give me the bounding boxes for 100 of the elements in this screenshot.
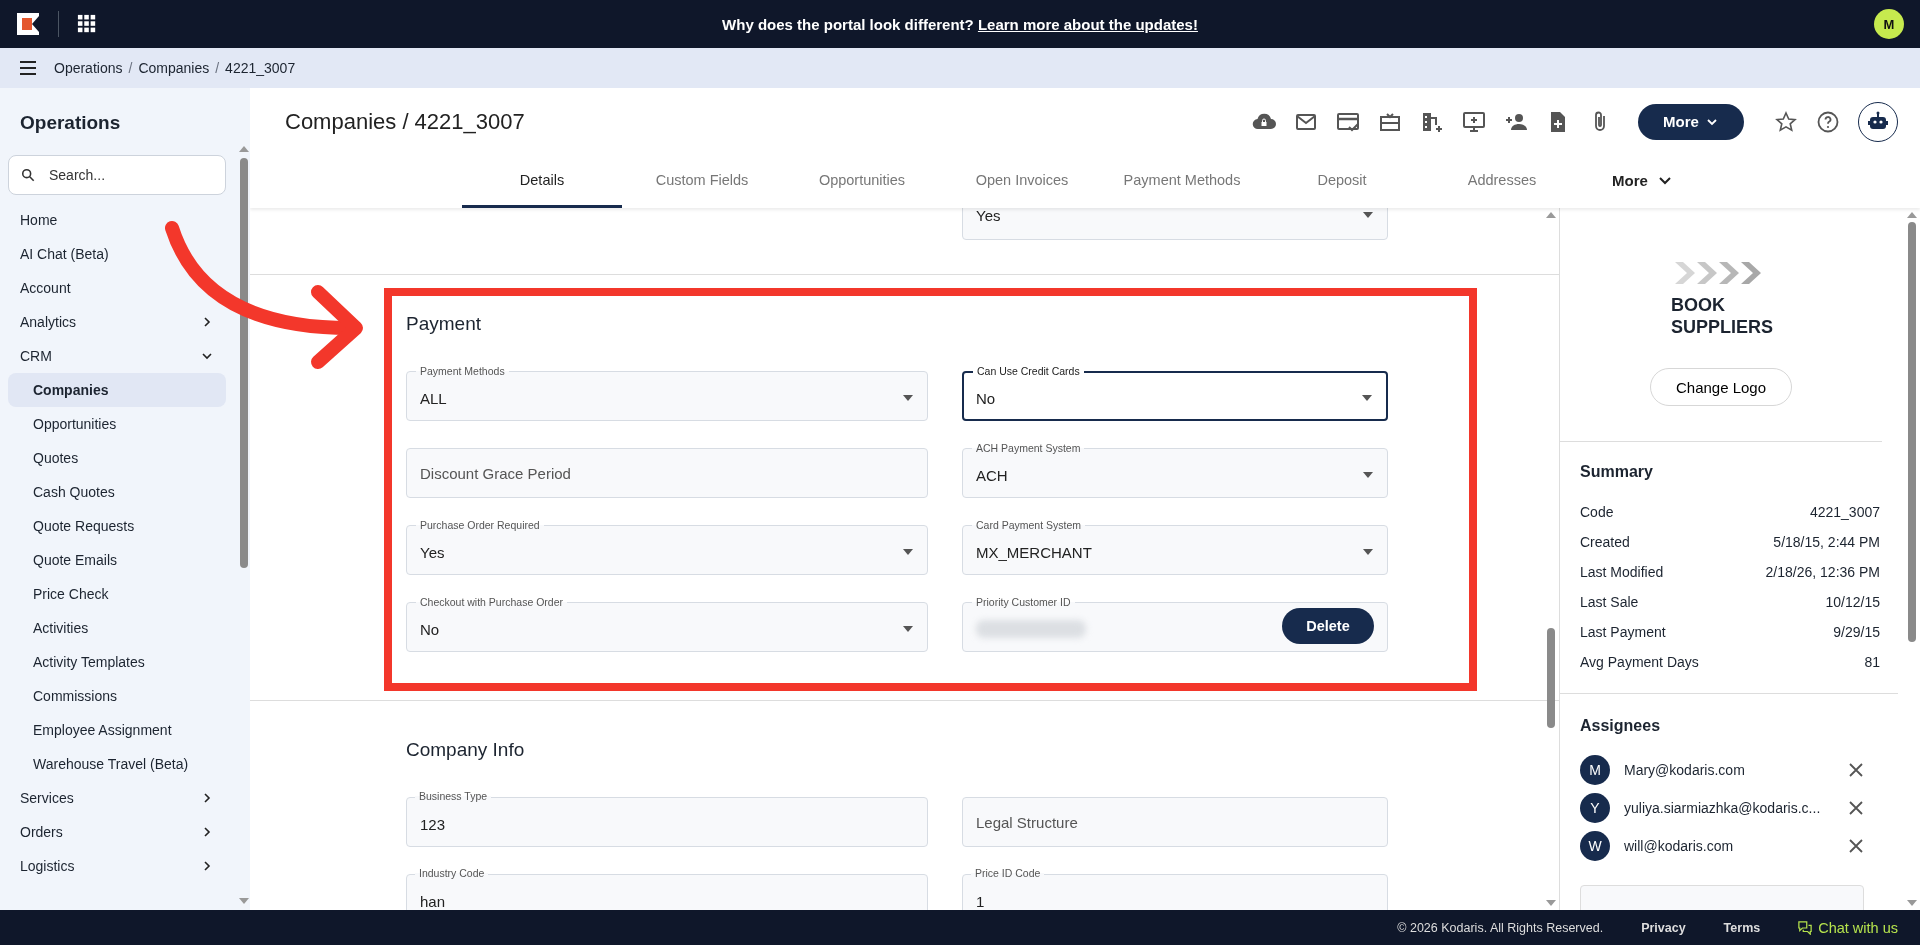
assignee-avatar: Y bbox=[1580, 793, 1610, 823]
tab[interactable]: Open Invoices bbox=[942, 155, 1102, 208]
star-icon[interactable] bbox=[1774, 109, 1798, 134]
field-label: Industry Code bbox=[415, 867, 489, 879]
assignee-avatar: W bbox=[1580, 831, 1610, 861]
scroll-up-icon[interactable] bbox=[1907, 212, 1917, 218]
footer-link[interactable]: Terms bbox=[1723, 920, 1761, 935]
close-icon[interactable] bbox=[1848, 838, 1864, 854]
summary-value: 9/29/15 bbox=[1833, 624, 1880, 640]
tab[interactable]: Payment Methods bbox=[1102, 155, 1262, 208]
breadcrumb-separator: / bbox=[128, 60, 133, 76]
tab[interactable]: Addresses bbox=[1422, 155, 1582, 208]
nav-item[interactable]: Logistics bbox=[8, 849, 226, 883]
monitor-plus-icon[interactable] bbox=[1462, 109, 1486, 134]
search-icon bbox=[21, 168, 35, 182]
logo-text: BOOK SUPPLIERS bbox=[1671, 294, 1771, 338]
nav-item[interactable]: Quotes bbox=[8, 441, 226, 475]
chat-bubbles-icon bbox=[1798, 920, 1813, 935]
nav-item[interactable]: Warehouse Travel (Beta) bbox=[8, 747, 226, 781]
help-icon[interactable] bbox=[1816, 109, 1840, 134]
input-field[interactable]: Discount Grace Period bbox=[406, 448, 928, 498]
dropdown-caret-icon[interactable] bbox=[1361, 394, 1373, 402]
nav-item[interactable]: Analytics bbox=[8, 305, 226, 339]
tab[interactable]: Custom Fields bbox=[622, 155, 782, 208]
nav-item[interactable]: Account bbox=[8, 271, 226, 305]
search-field[interactable]: Search... bbox=[8, 155, 226, 195]
nav-item[interactable]: Quote Requests bbox=[8, 509, 226, 543]
footer-link[interactable]: Privacy bbox=[1641, 920, 1686, 935]
assignee-email: will@kodaris.com bbox=[1624, 838, 1734, 854]
updates-link[interactable]: Learn more about the updates! bbox=[977, 15, 1198, 33]
field-label: Price ID Code bbox=[971, 867, 1045, 879]
section-title: Payment bbox=[406, 314, 481, 333]
field-label: Priority Customer ID bbox=[972, 596, 1075, 608]
dropdown-caret-icon[interactable] bbox=[902, 548, 914, 556]
field-label: Card Payment System bbox=[972, 519, 1086, 531]
nav-item[interactable]: AI Chat (Beta) bbox=[8, 237, 226, 271]
summary-label: Last Sale bbox=[1580, 594, 1639, 610]
summary-value: 10/12/15 bbox=[1825, 594, 1880, 610]
chat-link[interactable]: Chat with us bbox=[1798, 919, 1898, 936]
summary-value: 4221_3007 bbox=[1809, 504, 1880, 520]
copyright-text: © 2026 Kodaris. All Rights Reserved. bbox=[1397, 920, 1604, 935]
tab[interactable]: Deposit bbox=[1262, 155, 1422, 208]
nav-item[interactable]: Quote Emails bbox=[8, 543, 226, 577]
nav-item[interactable]: Commissions bbox=[8, 679, 226, 713]
summary-label: Code bbox=[1580, 504, 1614, 520]
nav-item[interactable]: Activities bbox=[8, 611, 226, 645]
announcement-text: Why does the portal look different? bbox=[722, 15, 975, 33]
more-button[interactable]: More bbox=[1638, 103, 1744, 140]
dropdown-caret-icon[interactable] bbox=[902, 625, 914, 633]
breadcrumb-item[interactable]: Operations bbox=[54, 60, 123, 76]
assignees-title: Assignees bbox=[1580, 717, 1662, 736]
scroll-down-icon[interactable] bbox=[239, 898, 249, 904]
scrollbar-thumb[interactable] bbox=[240, 158, 248, 568]
scrollbar-thumb[interactable] bbox=[1547, 628, 1555, 728]
tab[interactable]: Opportunities bbox=[782, 155, 942, 208]
menu-icon[interactable] bbox=[18, 58, 38, 78]
section-title: Company Info bbox=[406, 740, 525, 759]
close-icon[interactable] bbox=[1848, 762, 1864, 778]
field-label: Purchase Order Required bbox=[416, 519, 544, 531]
dropdown-field[interactable]: Yes bbox=[962, 208, 1388, 240]
scrollbar-thumb[interactable] bbox=[1908, 222, 1916, 642]
nav-item[interactable]: Activity Templates bbox=[8, 645, 226, 679]
change-logo-button[interactable]: Change Logo bbox=[1650, 368, 1792, 406]
dropdown-caret-icon[interactable] bbox=[902, 394, 914, 402]
assignee-avatar: M bbox=[1580, 755, 1610, 785]
field-label: Can Use Credit Cards bbox=[973, 365, 1084, 377]
field-label: ACH Payment System bbox=[972, 442, 1085, 454]
dropdown-caret-icon[interactable] bbox=[1362, 471, 1374, 479]
logo-icon[interactable] bbox=[16, 12, 40, 36]
dropdown-caret-icon[interactable] bbox=[1362, 211, 1374, 219]
user-avatar[interactable]: M bbox=[1874, 9, 1904, 39]
assignee-email: Mary@kodaris.com bbox=[1624, 762, 1745, 778]
page-title: Companies / 4221_3007 bbox=[285, 108, 525, 135]
scroll-up-icon[interactable] bbox=[1546, 212, 1556, 218]
nav-item[interactable]: CRM bbox=[8, 339, 226, 373]
breadcrumb-item[interactable]: Companies bbox=[138, 60, 210, 76]
nav-item[interactable]: Services bbox=[8, 781, 226, 815]
nav-item[interactable]: Price Check bbox=[8, 577, 226, 611]
summary-value: 2/18/26, 12:36 PM bbox=[1765, 564, 1880, 580]
field-label: Checkout with Purchase Order bbox=[416, 596, 567, 608]
tab[interactable]: Details bbox=[462, 155, 622, 208]
summary-title: Summary bbox=[1580, 463, 1654, 482]
nav-item[interactable]: Companies bbox=[8, 373, 226, 407]
dropdown-caret-icon[interactable] bbox=[1362, 548, 1374, 556]
close-icon[interactable] bbox=[1848, 800, 1864, 816]
nav-item[interactable]: Home bbox=[8, 203, 226, 237]
nav-item[interactable]: Orders bbox=[8, 815, 226, 849]
apps-grid-icon[interactable] bbox=[77, 14, 97, 34]
tab[interactable]: More bbox=[1582, 155, 1702, 208]
field-label: Payment Methods bbox=[416, 365, 509, 377]
summary-label: Avg Payment Days bbox=[1580, 654, 1699, 670]
breadcrumb-item[interactable]: 4221_3007 bbox=[225, 60, 296, 76]
summary-label: Last Payment bbox=[1580, 624, 1666, 640]
field-label: Business Type bbox=[415, 790, 492, 802]
nav-item[interactable]: Employee Assignment bbox=[8, 713, 226, 747]
nav-item[interactable]: Cash Quotes bbox=[8, 475, 226, 509]
delete-button[interactable]: Delete bbox=[1282, 608, 1374, 644]
input-field[interactable]: Legal Structure bbox=[962, 797, 1388, 847]
summary-value: 81 bbox=[1864, 654, 1880, 670]
nav-item[interactable]: Opportunities bbox=[8, 407, 226, 441]
